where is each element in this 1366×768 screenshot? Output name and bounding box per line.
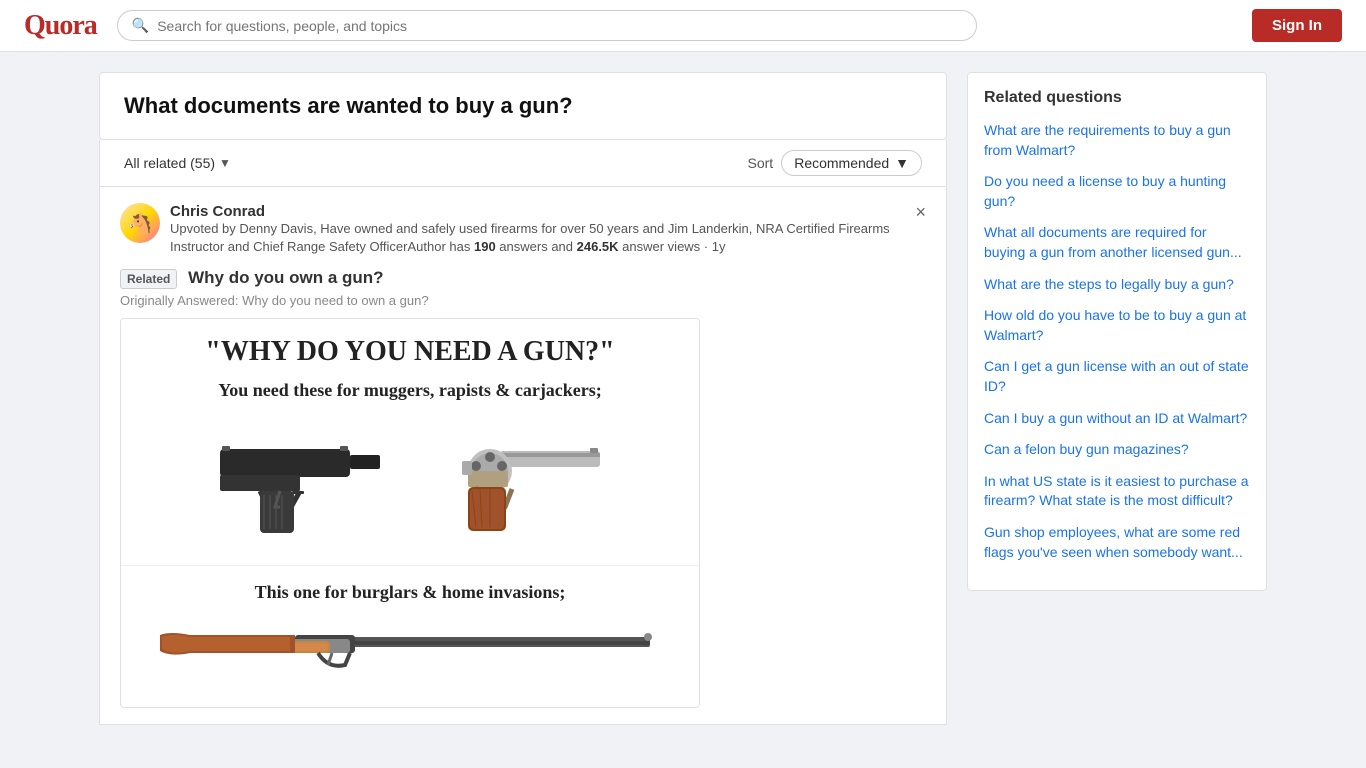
search-bar: 🔍 (117, 10, 977, 41)
related-question-item: What are the requirements to buy a gun f… (984, 121, 1250, 160)
related-question-link[interactable]: Can a felon buy gun magazines? (984, 441, 1189, 457)
content-area: What documents are wanted to buy a gun? … (99, 72, 947, 725)
meme-image: "WHY DO YOU NEED A GUN?" You need these … (120, 318, 700, 709)
all-related-toggle[interactable]: All related (55) ▼ (124, 155, 231, 171)
meme-section-bottom: This one for burglars & home invasions; (121, 565, 699, 707)
related-question-row: Related Why do you own a gun? (120, 268, 926, 289)
sort-wrap: Sort Recommended ▼ (748, 150, 922, 176)
author-bio-middle: answers and (496, 239, 577, 254)
avatar-image: 🐴 (120, 203, 160, 243)
related-question-link[interactable]: What all documents are required for buyi… (984, 224, 1242, 260)
answers-count: 190 (474, 239, 496, 254)
answer-card: 🐴 Chris Conrad Upvoted by Denny Davis, H… (99, 187, 947, 725)
meme-title: "WHY DO YOU NEED A GUN?" (141, 335, 679, 369)
author-bio: Upvoted by Denny Davis, Have owned and s… (170, 220, 915, 256)
related-question-item: Gun shop employees, what are some red fl… (984, 523, 1250, 562)
main-layout: What documents are wanted to buy a gun? … (83, 52, 1283, 745)
related-questions-box: Related questions What are the requireme… (967, 72, 1267, 591)
related-question-item: Do you need a license to buy a hunting g… (984, 172, 1250, 211)
answers-bar: All related (55) ▼ Sort Recommended ▼ (99, 140, 947, 187)
shotgun-row (141, 611, 679, 691)
sort-label: Sort (748, 155, 774, 171)
related-question-link[interactable]: How old do you have to be to buy a gun a… (984, 307, 1246, 343)
pistol-svg (200, 419, 400, 539)
answer-header: 🐴 Chris Conrad Upvoted by Denny Davis, H… (120, 203, 926, 256)
originally-answered: Originally Answered: Why do you need to … (120, 293, 926, 308)
sign-in-button[interactable]: Sign In (1252, 9, 1342, 42)
related-question-link[interactable]: Do you need a license to buy a hunting g… (984, 173, 1226, 209)
shotgun-svg (150, 621, 670, 681)
meme-subtitle1: You need these for muggers, rapists & ca… (141, 380, 679, 401)
header-right: Sign In (1252, 9, 1342, 42)
related-question-item: In what US state is it easiest to purcha… (984, 472, 1250, 511)
related-question-link[interactable]: What are the requirements to buy a gun f… (984, 122, 1231, 158)
search-icon: 🔍 (132, 17, 149, 34)
quora-logo[interactable]: Quora (24, 10, 97, 42)
related-question-item: Can a felon buy gun magazines? (984, 440, 1250, 460)
related-question-text: Why do you own a gun? (188, 268, 383, 287)
all-related-label: All related (55) (124, 155, 215, 171)
related-question-item: Can I buy a gun without an ID at Walmart… (984, 409, 1250, 429)
sort-dropdown[interactable]: Recommended ▼ (781, 150, 922, 176)
author-bio-suffix: answer views · 1y (619, 239, 726, 254)
related-question-item: How old do you have to be to buy a gun a… (984, 306, 1250, 345)
related-question-link[interactable]: Can I buy a gun without an ID at Walmart… (984, 410, 1247, 426)
related-question-link[interactable]: In what US state is it easiest to purcha… (984, 473, 1249, 509)
related-question-item: What are the steps to legally buy a gun? (984, 275, 1250, 295)
related-question-item: What all documents are required for buyi… (984, 223, 1250, 262)
related-tag: Related (120, 269, 177, 289)
related-question-link[interactable]: What are the steps to legally buy a gun? (984, 276, 1234, 292)
close-button[interactable]: × (915, 203, 926, 221)
author-details: Chris Conrad Upvoted by Denny Davis, Hav… (170, 203, 915, 256)
sort-dropdown-value: Recommended (794, 155, 889, 171)
related-questions-title: Related questions (984, 89, 1250, 107)
sidebar: Related questions What are the requireme… (967, 72, 1267, 725)
search-input[interactable] (157, 18, 962, 34)
views-count: 246.5K (577, 239, 619, 254)
author-name: Chris Conrad (170, 203, 915, 220)
related-question-link[interactable]: Can I get a gun license with an out of s… (984, 358, 1249, 394)
related-question-item: Can I get a gun license with an out of s… (984, 357, 1250, 396)
chevron-down-icon: ▼ (219, 156, 231, 170)
author-info: 🐴 Chris Conrad Upvoted by Denny Davis, H… (120, 203, 915, 256)
revolver-svg (420, 419, 620, 539)
question-block: What documents are wanted to buy a gun? (99, 72, 947, 140)
question-title: What documents are wanted to buy a gun? (124, 93, 922, 119)
chevron-down-icon: ▼ (895, 155, 909, 171)
meme-subtitle2: This one for burglars & home invasions; (141, 582, 679, 603)
related-question-link[interactable]: Gun shop employees, what are some red fl… (984, 524, 1243, 560)
related-questions-list: What are the requirements to buy a gun f… (984, 121, 1250, 562)
meme-section-top: "WHY DO YOU NEED A GUN?" You need these … (121, 319, 699, 566)
guns-row (141, 409, 679, 549)
header: Quora 🔍 Sign In (0, 0, 1366, 52)
avatar: 🐴 (120, 203, 160, 243)
